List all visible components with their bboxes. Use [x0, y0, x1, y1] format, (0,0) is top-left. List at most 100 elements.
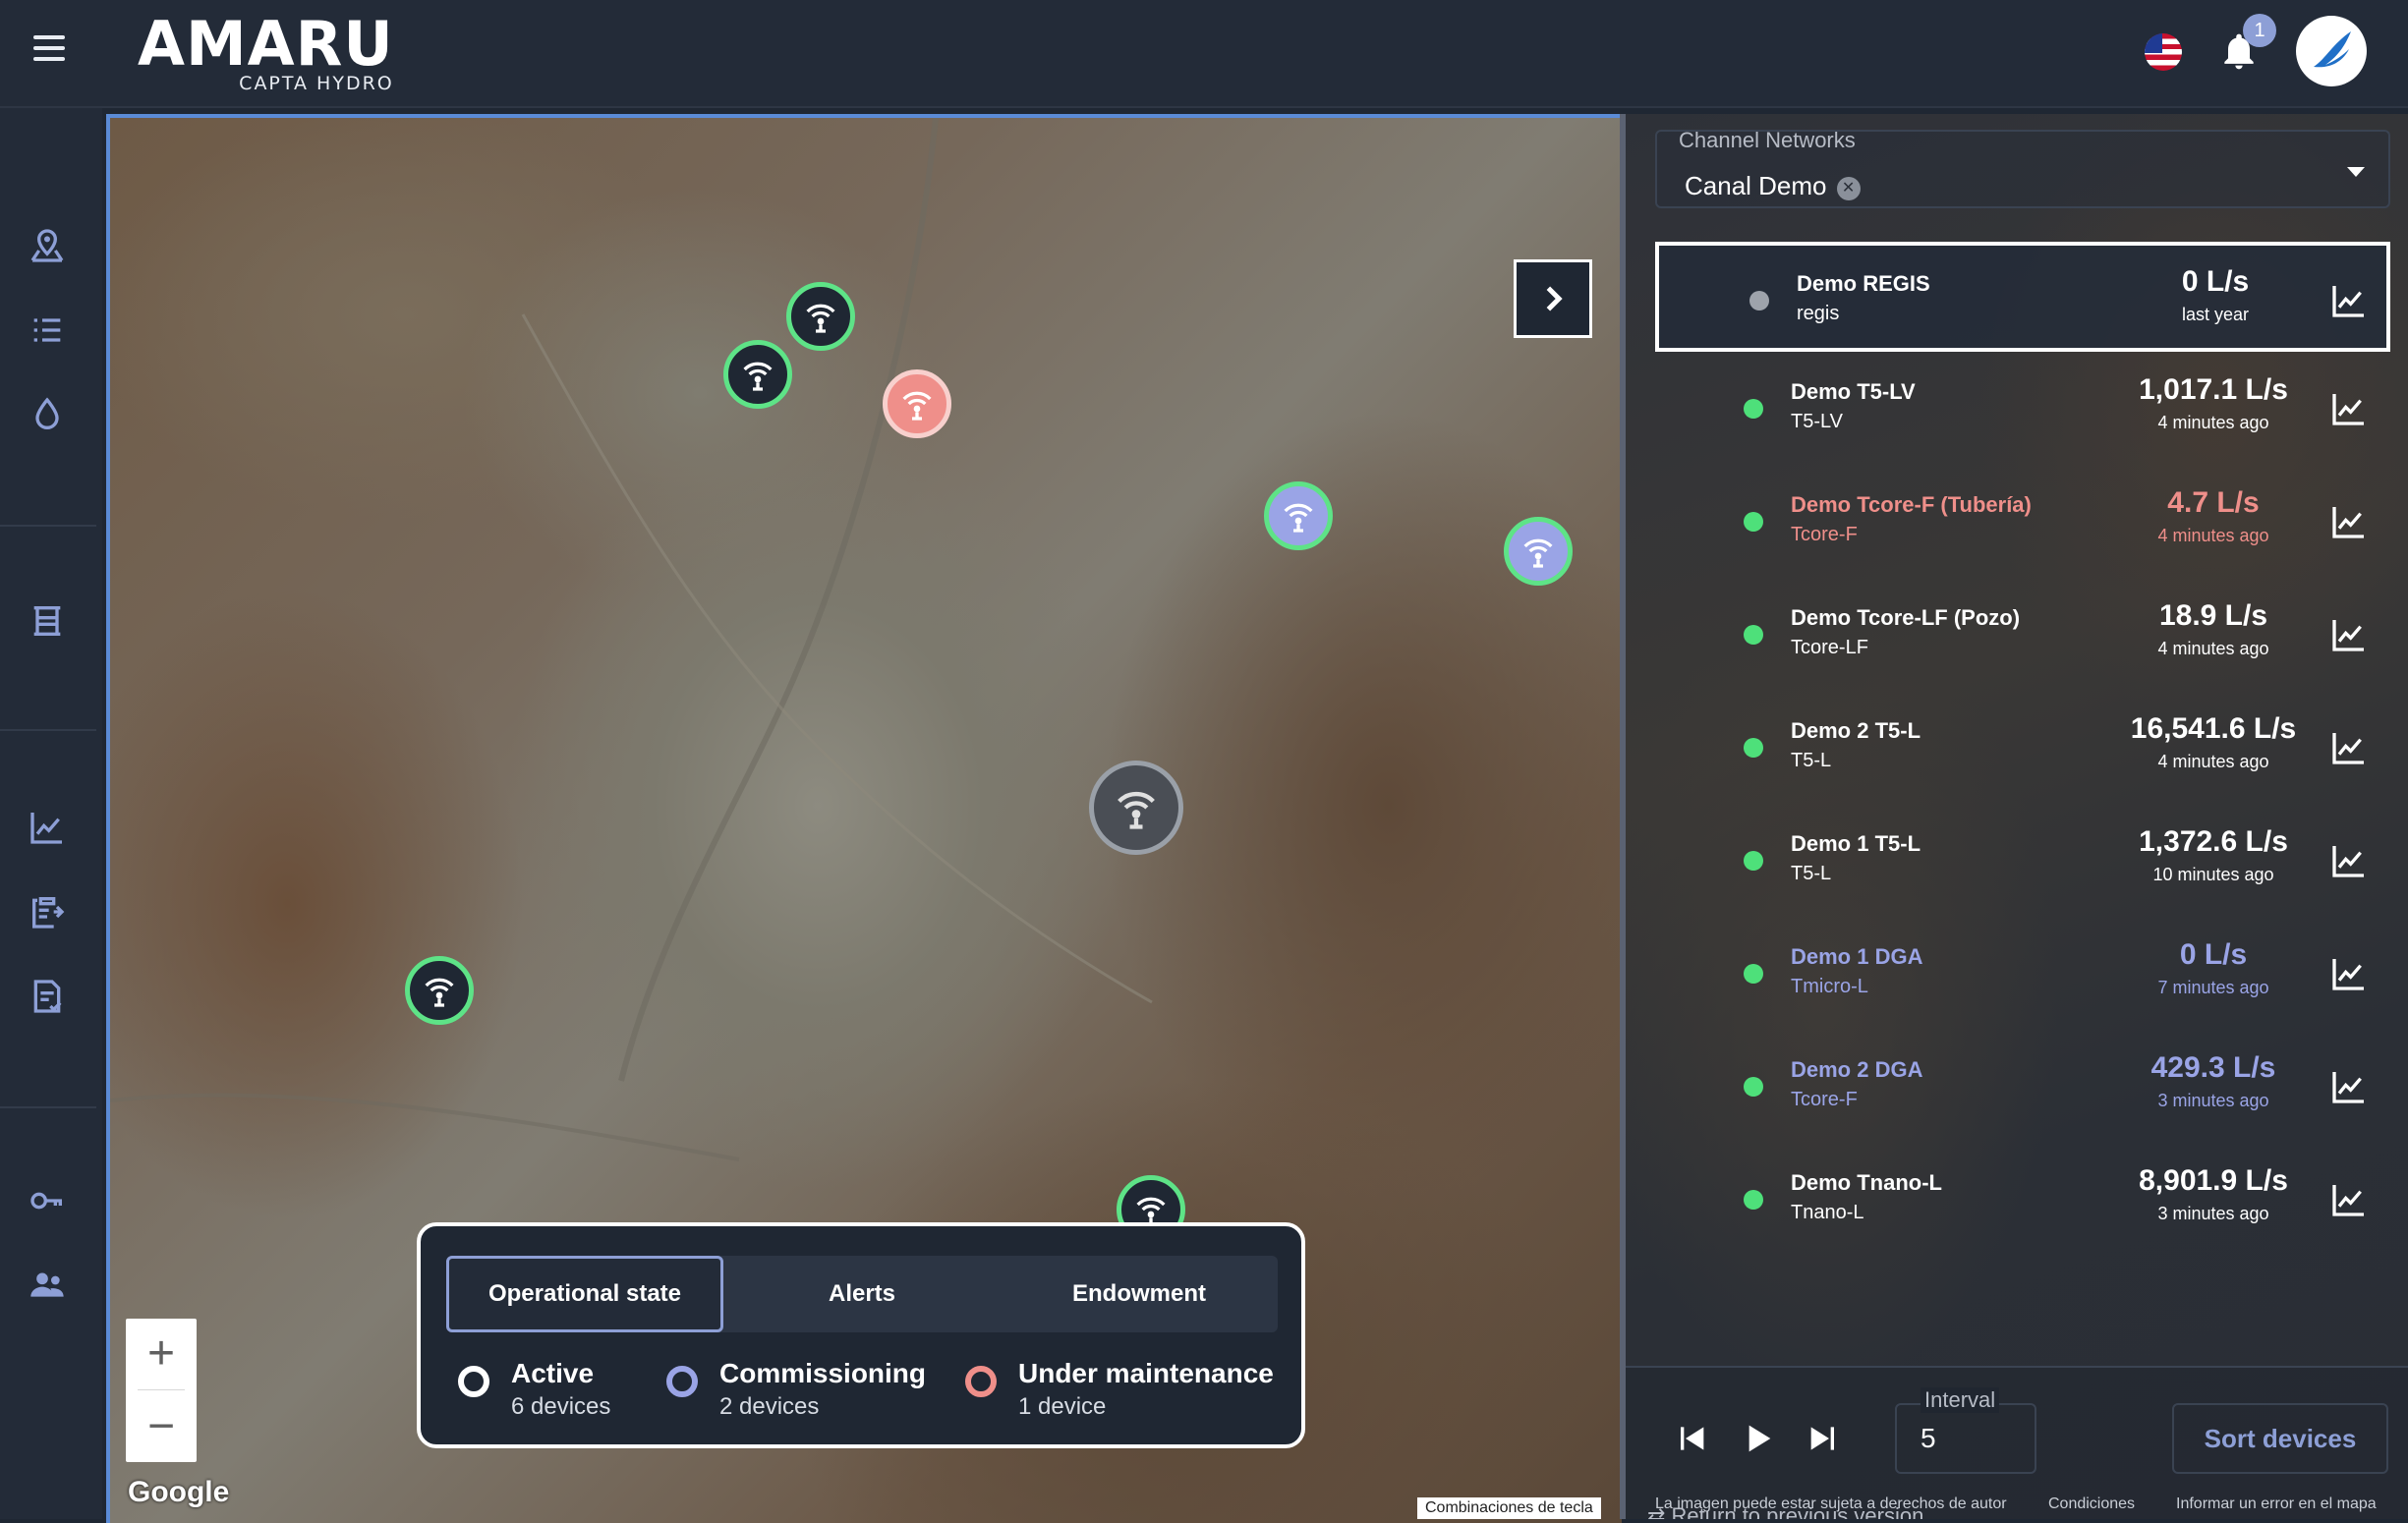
status-dot [1744, 399, 1763, 419]
us-flag-icon[interactable] [2145, 33, 2182, 71]
device-type: T5-L [1791, 750, 1832, 771]
device-row[interactable]: Demo 1 T5-L T5-L 1,372.6 L/s 10 minutes … [1655, 806, 2390, 916]
device-marker-active[interactable] [723, 340, 792, 409]
google-logo[interactable]: Google [128, 1476, 229, 1509]
chart-icon[interactable] [2329, 281, 2369, 320]
device-marker-active[interactable] [405, 956, 474, 1025]
device-time: 4 minutes ago [2157, 752, 2269, 771]
sort-devices-button[interactable]: Sort devices [2172, 1403, 2388, 1474]
list-icon[interactable] [28, 310, 67, 350]
legend-count: 2 devices [719, 1393, 820, 1420]
map-pin-icon[interactable] [28, 226, 67, 265]
map-toggle-button[interactable] [1514, 259, 1592, 338]
clipboard-icon[interactable] [28, 892, 67, 931]
line-chart-icon[interactable] [28, 808, 67, 847]
chip-label: Canal Demo [1685, 171, 1827, 200]
skip-previous-icon[interactable] [1671, 1419, 1710, 1458]
device-name: Demo 2 DGA [1791, 1057, 1923, 1082]
map-report-error-link[interactable]: Informar un error en el mapa [2176, 1495, 2377, 1513]
device-value: 0 L/s [2181, 265, 2250, 298]
device-name: Demo REGIS [1797, 271, 1930, 296]
logo-text: AMARU [138, 8, 394, 80]
device-value: 1,017.1 L/s [2139, 373, 2288, 406]
device-time: 3 minutes ago [2157, 1091, 2269, 1110]
commissioning-ring-icon [666, 1366, 698, 1397]
chart-icon[interactable] [2329, 1067, 2369, 1106]
chart-icon[interactable] [2329, 502, 2369, 541]
status-dot [1744, 1190, 1763, 1210]
legend-title: Commissioning [719, 1358, 927, 1388]
device-row[interactable]: Demo 2 DGA Tcore-F 429.3 L/s 3 minutes a… [1655, 1032, 2390, 1142]
device-type: Tnano-L [1791, 1202, 1864, 1223]
device-time: 4 minutes ago [2157, 526, 2269, 545]
device-type: Tcore-LF [1791, 637, 1868, 658]
app-logo[interactable]: AMARU CAPTA HYDRO [138, 8, 394, 95]
legend-title: Active [511, 1358, 595, 1388]
device-row[interactable]: Demo 2 T5-L T5-L 16,541.6 L/s 4 minutes … [1655, 693, 2390, 803]
keyboard-shortcuts-link[interactable]: Combinaciones de tecla [1417, 1497, 1601, 1519]
water-drop-icon[interactable] [28, 395, 67, 434]
device-marker-active[interactable] [786, 282, 855, 351]
gate-icon[interactable] [28, 601, 67, 641]
chevron-right-icon [1546, 286, 1563, 311]
channel-network-select[interactable]: Channel Networks Canal Demo ✕ [1655, 128, 2390, 208]
device-time: last year [2181, 305, 2250, 324]
device-value: 429.3 L/s [2150, 1051, 2276, 1084]
satellite-map[interactable]: + − Google Combinaciones de tecla Operat… [106, 114, 1622, 1523]
zoom-divider [138, 1389, 185, 1390]
skip-next-icon[interactable] [1805, 1419, 1844, 1458]
chart-icon[interactable] [2329, 841, 2369, 880]
status-dot [1744, 512, 1763, 532]
menu-icon[interactable] [33, 35, 65, 63]
device-value: 1,372.6 L/s [2139, 825, 2288, 858]
zoom-in-button[interactable]: + [126, 1319, 197, 1389]
sidebar-divider [0, 525, 96, 527]
chip-remove-icon[interactable]: ✕ [1836, 177, 1861, 200]
map-terms-link[interactable]: Condiciones [2048, 1495, 2135, 1513]
chart-icon[interactable] [2329, 389, 2369, 428]
device-row[interactable]: Demo T5-LV T5-LV 1,017.1 L/s 4 minutes a… [1655, 354, 2390, 464]
play-icon[interactable] [1738, 1419, 1777, 1458]
legend-tabs: Operational state Alerts Endowment [446, 1256, 1278, 1332]
interval-value: 5 [1921, 1423, 1936, 1453]
device-type: regis [1797, 303, 1840, 324]
report-icon[interactable] [28, 977, 67, 1016]
device-row[interactable]: Demo 1 DGA Tmicro-L 0 L/s 7 minutes ago [1655, 919, 2390, 1029]
interval-field[interactable]: Interval 5 [1895, 1387, 2036, 1474]
device-row[interactable]: Demo REGIS regis 0 L/s last year [1655, 242, 2390, 352]
tab-operational-state[interactable]: Operational state [446, 1256, 723, 1332]
device-row[interactable]: Demo Tnano-L Tnano-L 8,901.9 L/s 3 minut… [1655, 1145, 2390, 1255]
status-dot [1744, 851, 1763, 871]
map-copyright[interactable]: La imagen puede estar sujeta a derechos … [1655, 1495, 2007, 1513]
device-type: T5-LV [1791, 411, 1843, 432]
device-type: Tmicro-L [1791, 976, 1868, 997]
device-marker-maintenance[interactable] [883, 369, 951, 438]
selected-chip[interactable]: Canal Demo ✕ [1685, 171, 1861, 201]
device-marker-commissioning[interactable] [1504, 517, 1573, 586]
zoom-out-button[interactable]: − [126, 1391, 197, 1462]
device-name: Demo Tnano-L [1791, 1170, 1942, 1195]
maintenance-ring-icon [965, 1366, 997, 1397]
chart-icon[interactable] [2329, 728, 2369, 767]
device-row[interactable]: Demo Tcore-F (Tubería) Tcore-F 4.7 L/s 4… [1655, 467, 2390, 577]
chart-icon[interactable] [2329, 615, 2369, 654]
status-dot [1749, 291, 1769, 310]
users-icon[interactable] [28, 1266, 67, 1305]
device-row[interactable]: Demo Tcore-LF (Pozo) Tcore-LF 18.9 L/s 4… [1655, 580, 2390, 690]
sidebar [0, 108, 102, 1519]
device-marker-inactive[interactable] [1089, 761, 1183, 855]
tab-alerts[interactable]: Alerts [723, 1256, 1001, 1332]
device-value: 16,541.6 L/s [2130, 712, 2297, 745]
legend-count: 6 devices [511, 1393, 611, 1420]
tab-endowment[interactable]: Endowment [1001, 1256, 1278, 1332]
avatar[interactable] [2296, 16, 2367, 86]
caret-down-icon[interactable] [2347, 167, 2365, 177]
chart-icon[interactable] [2329, 954, 2369, 993]
device-marker-commissioning[interactable] [1264, 481, 1333, 550]
status-dot [1744, 738, 1763, 758]
top-bar: AMARU CAPTA HYDRO 1 [0, 0, 2408, 108]
select-label: Channel Networks [1679, 128, 1856, 152]
device-type: Tcore-F [1791, 524, 1858, 545]
chart-icon[interactable] [2329, 1180, 2369, 1219]
key-icon[interactable] [28, 1181, 67, 1220]
